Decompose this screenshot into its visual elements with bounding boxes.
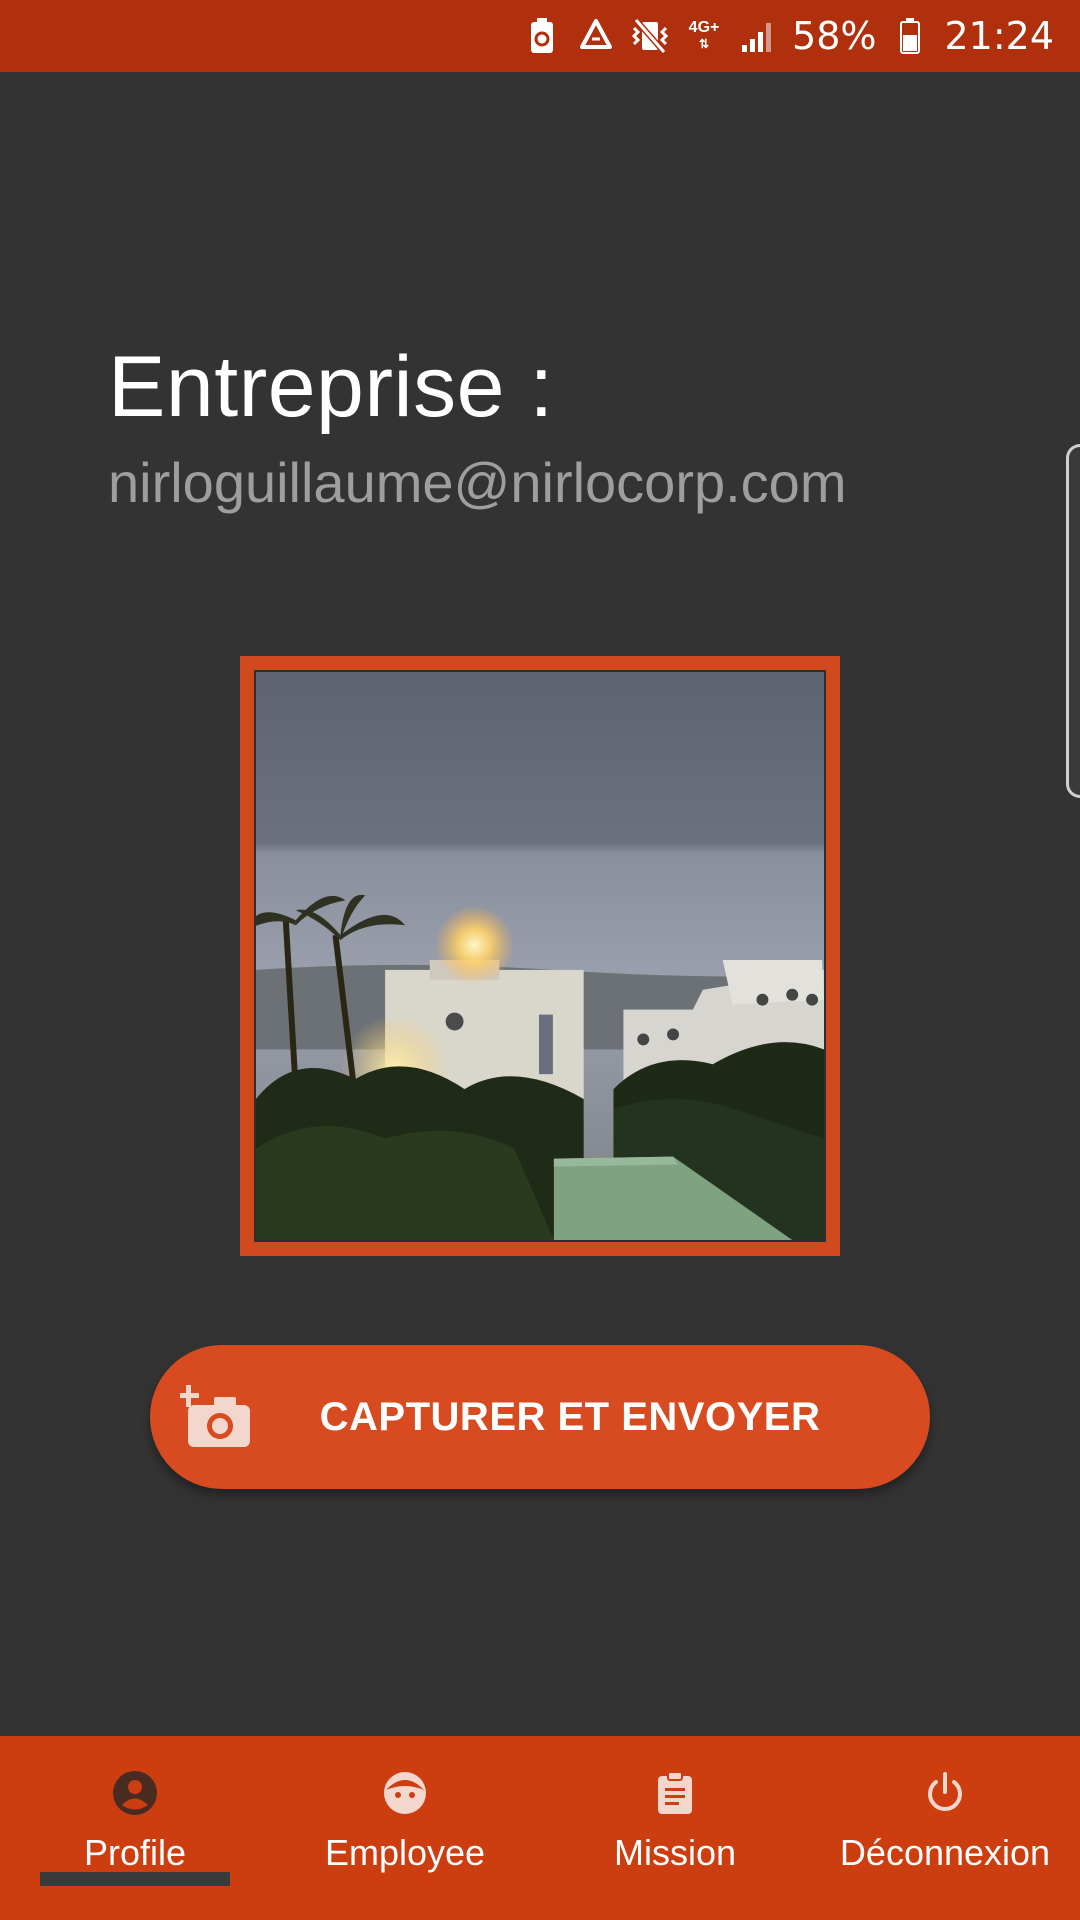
clipboard-icon [652, 1770, 698, 1816]
capture-send-label: CAPTURER ET ENVOYER [319, 1394, 821, 1439]
nav-label-logout: Déconnexion [839, 1832, 1051, 1873]
nav-item-mission[interactable]: Mission [540, 1736, 810, 1920]
active-tab-indicator [40, 1872, 230, 1886]
network-4g-icon: 4G+ ⇅ [688, 19, 720, 52]
battery-recycle-icon [522, 16, 562, 56]
status-bar: 4G+ ⇅ 58% 21:24 [0, 0, 1080, 72]
nav-label-profile: Profile [83, 1832, 187, 1873]
nav-item-profile[interactable]: Profile [0, 1736, 270, 1920]
nav-item-logout[interactable]: Déconnexion [810, 1736, 1080, 1920]
face-icon [382, 1770, 428, 1816]
email-text: nirloguillaume@nirlocorp.com [108, 451, 847, 514]
nav-item-employee[interactable]: Employee [270, 1736, 540, 1920]
account-circle-icon [112, 1770, 158, 1816]
clock: 21:24 [944, 14, 1054, 58]
status-icons: 4G+ ⇅ 58% 21:24 [522, 14, 1054, 58]
vibrate-off-icon [630, 16, 670, 56]
profile-photo [254, 670, 826, 1242]
page-title: Entreprise : [108, 339, 554, 435]
battery-percent: 58% [792, 14, 877, 58]
nav-label-mission: Mission [613, 1832, 737, 1873]
bottom-navigation: Profile Employee Mission Déconnexion [0, 1736, 1080, 1920]
edge-panel-handle[interactable] [1066, 444, 1080, 798]
network-type-label: 4G+ [688, 19, 720, 36]
recycle-icon [576, 16, 616, 56]
nav-label-employee: Employee [324, 1832, 486, 1873]
signal-icon [738, 16, 778, 56]
battery-icon [890, 16, 930, 56]
profile-photo-frame [240, 656, 840, 1256]
capture-send-button[interactable]: CAPTURER ET ENVOYER [150, 1345, 930, 1489]
power-icon [922, 1770, 968, 1816]
